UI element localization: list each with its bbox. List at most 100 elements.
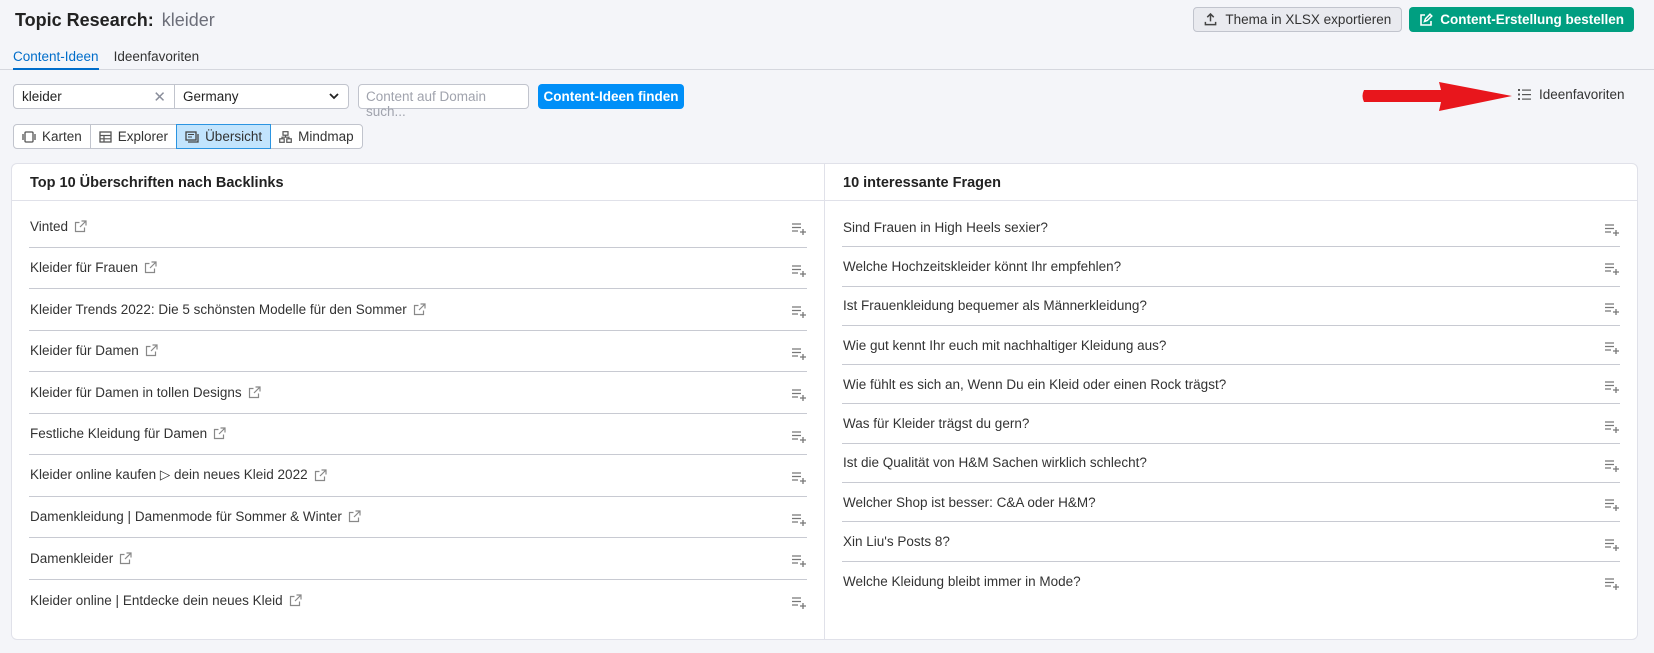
list-item-title[interactable]: Damenkleider (29, 551, 132, 566)
tab-content-ideen[interactable]: Content-Ideen (13, 40, 99, 70)
add-to-favorites-icon[interactable] (1604, 577, 1620, 591)
view-karten-button[interactable]: Karten (13, 124, 91, 149)
view-mindmap-button[interactable]: Mindmap (270, 124, 363, 149)
list-item: Was für Kleider trägst du gern? (842, 404, 1620, 444)
add-to-favorites-icon[interactable] (1604, 262, 1620, 276)
add-to-favorites-icon[interactable] (791, 347, 807, 361)
list-item-text: Welche Hochzeitskleider könnt Ihr empfeh… (843, 258, 1122, 274)
add-to-favorites-icon[interactable] (1604, 538, 1620, 552)
list-item-title: Ist Frauenkleidung bequemer als Männerkl… (842, 298, 1147, 313)
list-item-title: Wie gut kennt Ihr euch mit nachhaltiger … (842, 338, 1166, 353)
external-link-icon[interactable] (144, 261, 157, 274)
list-item: Vinted (29, 206, 807, 248)
add-to-favorites-icon[interactable] (791, 264, 807, 278)
backlinks-column: Top 10 Überschriften nach Backlinks Vint… (12, 164, 825, 639)
list-item-text: Damenkleider (30, 550, 114, 566)
list-item-text: Xin Liu's Posts 8? (843, 534, 950, 550)
list-item-text: Wie fühlt es sich an, Wenn Du ein Kleid … (843, 376, 1227, 392)
list-item-text: Kleider Trends 2022: Die 5 schönsten Mod… (30, 301, 407, 317)
list-item: Kleider für Damen (29, 331, 807, 372)
external-link-icon[interactable] (145, 344, 158, 357)
order-content-label: Content-Erstellung bestellen (1440, 12, 1624, 27)
view-uebersicht-label: Übersicht (205, 129, 263, 144)
list-item: Kleider für Frauen (29, 248, 807, 289)
external-link-icon[interactable] (413, 303, 426, 316)
view-explorer-button[interactable]: Explorer (89, 124, 178, 149)
add-to-favorites-icon[interactable] (791, 596, 807, 610)
list-item-text: Kleider online kaufen ▷ dein neues Kleid… (30, 467, 308, 483)
header-actions: Thema in XLSX exportieren Content-Erstel… (1193, 7, 1634, 32)
external-link-icon[interactable] (248, 386, 261, 399)
external-link-icon[interactable] (213, 427, 226, 440)
list-item-title[interactable]: Kleider für Damen in tollen Designs (29, 385, 261, 400)
list-item-title[interactable]: Kleider online kaufen ▷ dein neues Kleid… (29, 467, 327, 483)
order-content-button[interactable]: Content-Erstellung bestellen (1409, 7, 1634, 32)
add-to-favorites-icon[interactable] (791, 388, 807, 402)
add-to-favorites-icon[interactable] (791, 471, 807, 485)
list-item-text: Kleider für Damen in tollen Designs (30, 384, 242, 400)
questions-heading: 10 interessante Fragen (825, 164, 1637, 201)
country-select[interactable]: Germany (174, 84, 349, 109)
list-item-text: Was für Kleider trägst du gern? (843, 416, 1030, 432)
list-item-title[interactable]: Kleider online | Entdecke dein neues Kle… (29, 593, 302, 608)
list-item-text: Kleider für Damen (30, 343, 139, 359)
view-uebersicht-button[interactable]: Übersicht (176, 124, 272, 149)
list-item: Kleider online kaufen ▷ dein neues Kleid… (29, 455, 807, 497)
list-item-title: Welcher Shop ist besser: C&A oder H&M? (842, 495, 1096, 510)
external-link-icon[interactable] (74, 220, 87, 233)
list-item-text: Damenkleidung | Damenmode für Sommer & W… (30, 509, 342, 525)
external-link-icon[interactable] (289, 594, 302, 607)
external-link-icon[interactable] (119, 552, 132, 565)
favorites-link[interactable]: Ideenfavoriten (1518, 87, 1625, 102)
list-item: Wie fühlt es sich an, Wenn Du ein Kleid … (842, 365, 1620, 405)
list-item-title[interactable]: Damenkleidung | Damenmode für Sommer & W… (29, 509, 361, 524)
list-item-text: Kleider für Frauen (30, 260, 139, 276)
list-item-title[interactable]: Festliche Kleidung für Damen (29, 426, 226, 441)
add-to-favorites-icon[interactable] (791, 554, 807, 568)
list-item: Welche Hochzeitskleider könnt Ihr empfeh… (842, 247, 1620, 287)
list-item-title: Wie fühlt es sich an, Wenn Du ein Kleid … (842, 377, 1226, 392)
list-item-text: Festliche Kleidung für Damen (30, 426, 208, 442)
tab-ideenfavoriten[interactable]: Ideenfavoriten (114, 40, 200, 70)
clear-icon[interactable]: ✕ (153, 88, 166, 106)
add-to-favorites-icon[interactable] (1604, 341, 1620, 355)
list-item: Kleider für Damen in tollen Designs (29, 372, 807, 414)
external-link-icon[interactable] (314, 469, 327, 482)
list-icon (1518, 89, 1531, 100)
add-to-favorites-icon[interactable] (1604, 223, 1620, 237)
list-item-title[interactable]: Kleider für Damen (29, 343, 158, 358)
add-to-favorites-icon[interactable] (791, 305, 807, 319)
external-link-icon[interactable] (348, 510, 361, 523)
add-to-favorites-icon[interactable] (1604, 420, 1620, 434)
add-to-favorites-icon[interactable] (791, 222, 807, 236)
list-item: Kleider Trends 2022: Die 5 schönsten Mod… (29, 289, 807, 331)
find-ideas-button[interactable]: Content-Ideen finden (538, 84, 684, 109)
list-item-title[interactable]: Kleider für Frauen (29, 260, 157, 275)
list-item-title: Ist die Qualität von H&M Sachen wirklich… (842, 455, 1147, 470)
domain-search-input[interactable]: Content auf Domain such... (358, 84, 529, 119)
add-to-favorites-icon[interactable] (791, 430, 807, 444)
upload-icon (1205, 13, 1217, 26)
add-to-favorites-icon[interactable] (1604, 498, 1620, 512)
questions-column: 10 interessante Fragen Sind Frauen in Hi… (825, 164, 1637, 639)
mindmap-icon (279, 130, 292, 143)
add-to-favorites-icon[interactable] (791, 513, 807, 527)
list-item-title: Sind Frauen in High Heels sexier? (842, 220, 1048, 235)
add-to-favorites-icon[interactable] (1604, 459, 1620, 473)
backlinks-heading: Top 10 Überschriften nach Backlinks (12, 164, 824, 201)
keyword-input[interactable]: kleider ✕ (13, 84, 175, 109)
list-item-title: Welche Hochzeitskleider könnt Ihr empfeh… (842, 259, 1121, 274)
overview-icon (185, 130, 199, 143)
list-item: Damenkleidung | Damenmode für Sommer & W… (29, 497, 807, 538)
list-item-title[interactable]: Kleider Trends 2022: Die 5 schönsten Mod… (29, 302, 426, 317)
export-xlsx-button[interactable]: Thema in XLSX exportieren (1193, 7, 1403, 32)
list-item-text: Welche Kleidung bleibt immer in Mode? (843, 573, 1081, 589)
main-tabs: Content-Ideen Ideenfavoriten (0, 40, 1654, 70)
page-header: Topic Research: kleider Thema in XLSX ex… (0, 0, 1654, 40)
list-item-title[interactable]: Vinted (29, 219, 87, 234)
chevron-down-icon (329, 93, 339, 100)
questions-list: Sind Frauen in High Heels sexier? Welche … (825, 201, 1637, 601)
add-to-favorites-icon[interactable] (1604, 380, 1620, 394)
backlinks-list: Vinted Kleider für Frauen Kleider Trends 2… (12, 201, 824, 621)
add-to-favorites-icon[interactable] (1604, 302, 1620, 316)
